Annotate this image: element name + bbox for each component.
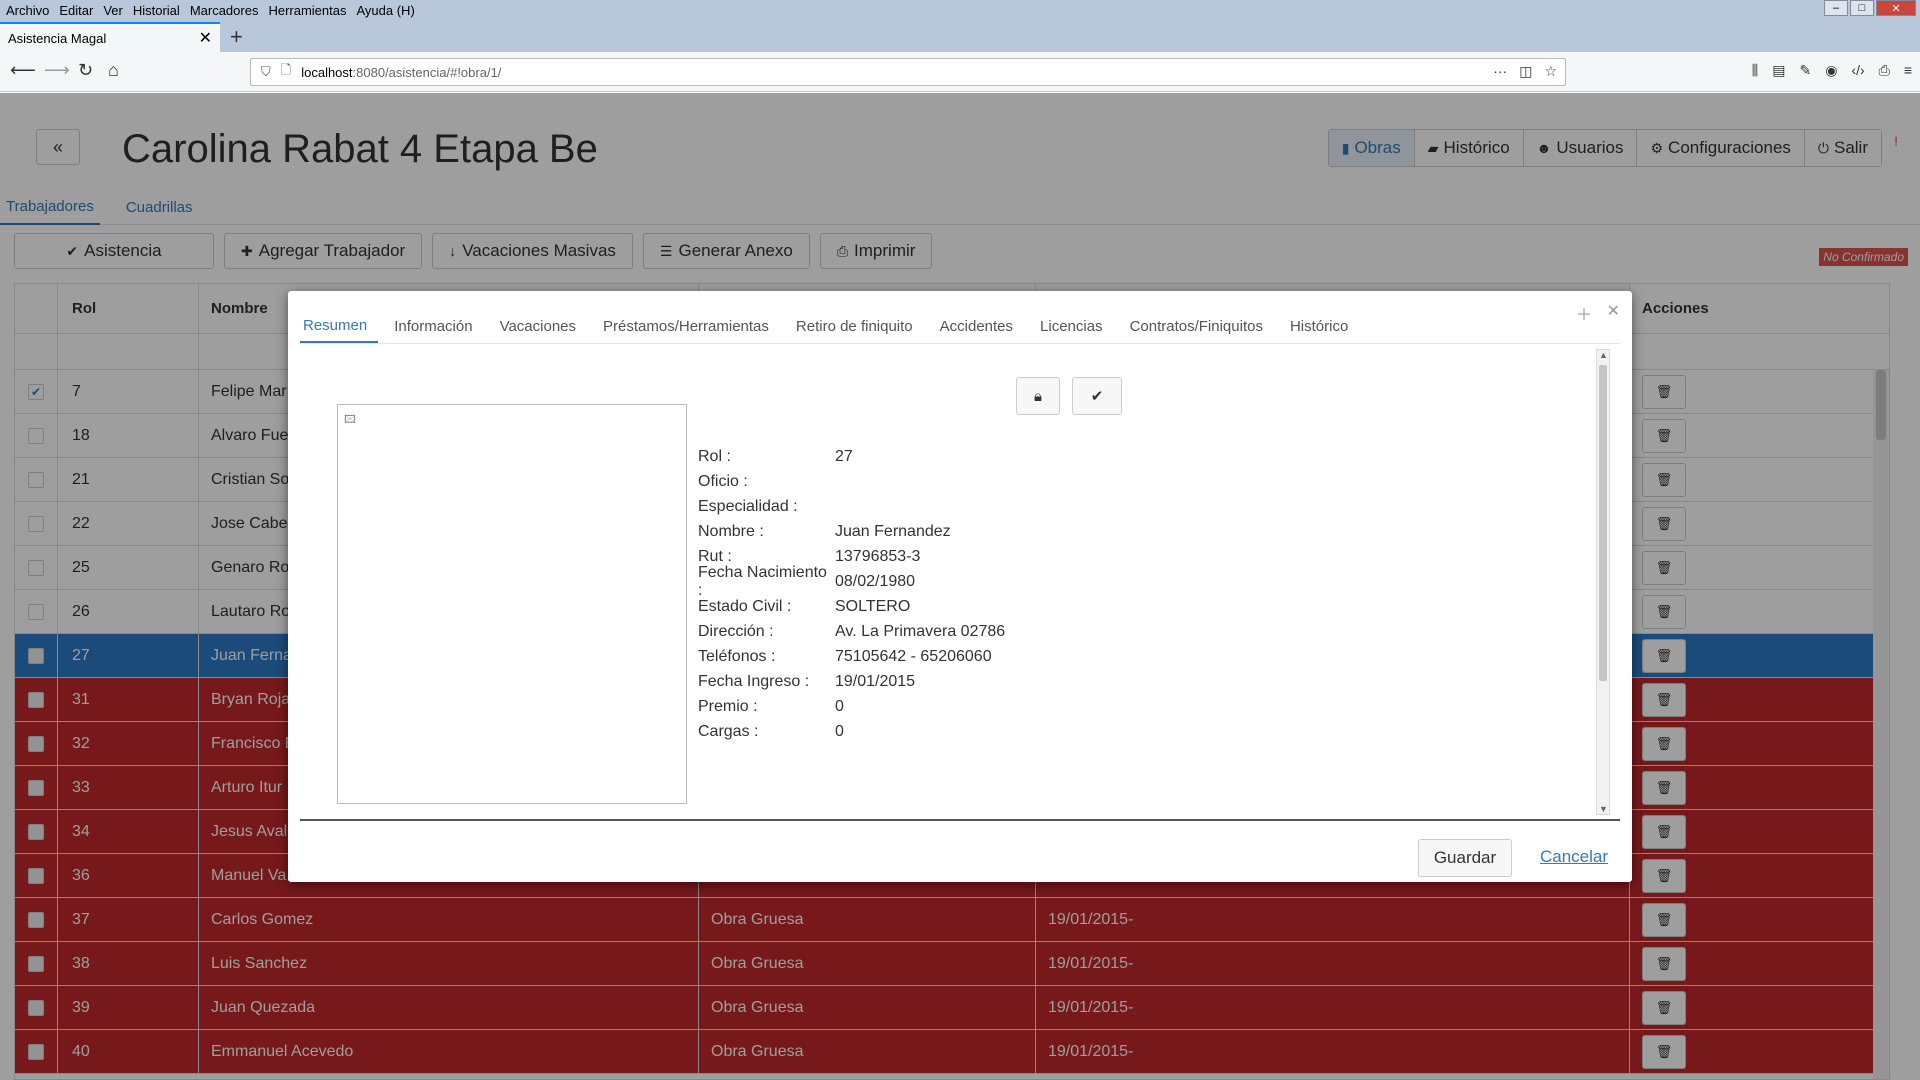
field-value: 13796853-3 [835, 547, 921, 565]
confirm-button[interactable]: ✔ [1072, 377, 1122, 415]
field-label: Fecha Nacimiento : [698, 563, 827, 599]
browser-toolbar-right: ⫼ ▤ ✎ ◉ ‹/› ⎙ ≡ [1752, 62, 1912, 79]
summary-field: Fecha Ingreso : 19/01/2015 [698, 669, 1005, 694]
browser-menubar: Archivo Editar Ver Historial Marcadores … [0, 0, 1920, 20]
field-value: 0 [835, 722, 844, 740]
summary-field: Nombre : Juan Fernandez [698, 519, 1005, 544]
close-window-icon[interactable]: ✕ [1876, 0, 1916, 16]
modal-tabs: Resumen Información Vacaciones Préstamos… [300, 309, 1364, 343]
maximize-icon[interactable]: □ [1850, 0, 1874, 16]
summary-field: Oficio : [698, 469, 1005, 494]
devtools-icon[interactable]: ‹/› [1851, 62, 1864, 79]
url-host: localhost [301, 64, 353, 80]
tab-informacion[interactable]: Información [383, 309, 483, 343]
field-value: Av. La Primavera 02786 [835, 622, 1006, 640]
browser-tab[interactable]: Asistencia Magal ✕ [0, 22, 220, 52]
menu-ayuda[interactable]: Ayuda (H) [351, 3, 419, 18]
modal-footer-divider [300, 819, 1620, 821]
maximize-modal-icon[interactable]: ＋ [1576, 301, 1592, 325]
print-icon[interactable]: ⎙ [1879, 62, 1890, 79]
worker-photo: 🖾 [337, 404, 687, 804]
home-icon[interactable]: ⌂ [108, 60, 119, 81]
tab-resumen[interactable]: Resumen [300, 309, 379, 343]
broken-image-icon: 🖾 [344, 414, 356, 426]
browser-tabstrip: Asistencia Magal ✕ + [0, 20, 1920, 52]
field-value: 08/02/1980 [835, 572, 916, 590]
worker-detail-modal: Resumen Información Vacaciones Préstamos… [288, 291, 1632, 882]
modal-scrollbar[interactable]: ▲ ▼ [1596, 349, 1610, 815]
reload-icon[interactable]: ↻ [78, 60, 93, 81]
tab-retiro-finiquito[interactable]: Retiro de finiquito [785, 309, 924, 343]
menu-historial[interactable]: Historial [128, 3, 185, 18]
field-label: Cargas : [698, 722, 759, 740]
menu-archivo[interactable]: Archivo [0, 3, 54, 18]
account-icon[interactable]: ◉ [1825, 62, 1837, 79]
worker-summary: Rol : 27 Oficio : Especialidad : Nombre : Jua… [698, 444, 1005, 744]
field-value: Juan Fernandez [835, 522, 951, 540]
menu-marcadores[interactable]: Marcadores [185, 3, 264, 18]
summary-field: Premio : 0 [698, 694, 1005, 719]
field-label: Nombre : [698, 522, 764, 540]
shield-icon: ⛉ [261, 64, 271, 79]
url-path: :8080/asistencia/#!obra/1/ [352, 64, 502, 80]
field-value: 75105642 - 65206060 [835, 647, 992, 665]
summary-field: Rol : 27 [698, 444, 1005, 469]
new-tab-icon[interactable]: + [230, 24, 243, 50]
field-value: 19/01/2015 [835, 672, 916, 690]
menu-ver[interactable]: Ver [98, 3, 128, 18]
field-value: SOLTERO [835, 597, 911, 615]
tab-accidentes[interactable]: Accidentes [929, 309, 1024, 343]
field-label: Rol : [698, 447, 731, 465]
menu-herramientas[interactable]: Herramientas [263, 3, 351, 18]
hamburger-menu-icon[interactable]: ≡ [1904, 62, 1912, 79]
summary-field: Cargas : 0 [698, 719, 1005, 744]
modal-body: 🔒︎ ✔ 🖾 Rol : 27 Oficio : Especialidad : Nomb… [300, 345, 1620, 815]
field-value: 27 [835, 447, 853, 465]
field-label: Fecha Ingreso : [698, 672, 810, 690]
forward-arrow-icon[interactable]: ⟶ [44, 60, 70, 81]
tab-prestamos[interactable]: Préstamos/Herramientas [592, 309, 780, 343]
pen-icon[interactable]: ✎ [1799, 62, 1811, 79]
field-label: Estado Civil : [698, 597, 792, 615]
cancel-link[interactable]: Cancelar [1540, 847, 1608, 867]
menu-editar[interactable]: Editar [54, 3, 98, 18]
lock-button[interactable]: 🔒︎ [1016, 377, 1060, 415]
summary-field: Teléfonos : 75105642 - 65206060 [698, 644, 1005, 669]
close-modal-icon[interactable]: ✕ [1607, 301, 1620, 321]
field-label: Teléfonos : [698, 647, 776, 665]
summary-field: Especialidad : [698, 494, 1005, 519]
summary-field: Dirección : Av. La Primavera 02786 [698, 619, 1005, 644]
tab-contratos-finiquitos[interactable]: Contratos/Finiquitos [1119, 309, 1274, 343]
pocket-icon[interactable]: ◫ [1519, 63, 1532, 80]
tab-vacaciones[interactable]: Vacaciones [489, 309, 587, 343]
back-arrow-icon[interactable]: ⟵ [10, 60, 36, 81]
lock-icon: 🔒︎ [1034, 387, 1042, 405]
library-icon[interactable]: ⫼ [1752, 62, 1758, 79]
field-label: Oficio : [698, 472, 748, 490]
summary-field: Fecha Nacimiento : 08/02/1980 [698, 564, 1005, 599]
modal-scrollbar-thumb[interactable] [1599, 365, 1607, 681]
scroll-up-icon[interactable]: ▲ [1599, 350, 1608, 360]
check-icon: ✔ [1090, 388, 1104, 405]
tab-licencias[interactable]: Licencias [1029, 309, 1114, 343]
more-actions-icon[interactable]: ··· [1493, 63, 1507, 80]
modal-tabs-divider [300, 343, 1620, 344]
bookmark-star-icon[interactable]: ☆ [1544, 63, 1557, 80]
field-value: 0 [835, 697, 844, 715]
window-controls: – □ ✕ [1824, 0, 1916, 16]
browser-navbar: ⟵ ⟶ ↻ ⌂ ⛉ 🗋 localhost:8080/asistencia/#!… [0, 52, 1920, 92]
field-label: Premio : [698, 697, 758, 715]
url-bar[interactable]: ⛉ 🗋 localhost:8080/asistencia/#!obra/1/ … [250, 58, 1566, 86]
minimize-icon[interactable]: – [1824, 0, 1848, 16]
field-label: Especialidad : [698, 497, 798, 515]
browser-tab-title: Asistencia Magal [8, 30, 107, 46]
tab-historico[interactable]: Histórico [1279, 309, 1359, 343]
save-button[interactable]: Guardar [1418, 839, 1512, 877]
sidebar-icon[interactable]: ▤ [1772, 62, 1785, 79]
close-tab-icon[interactable]: ✕ [199, 28, 212, 48]
scroll-down-icon[interactable]: ▼ [1599, 804, 1608, 814]
summary-field: Estado Civil : SOLTERO [698, 594, 1005, 619]
page-info-icon[interactable]: 🗋 [281, 61, 291, 83]
field-label: Dirección : [698, 622, 774, 640]
